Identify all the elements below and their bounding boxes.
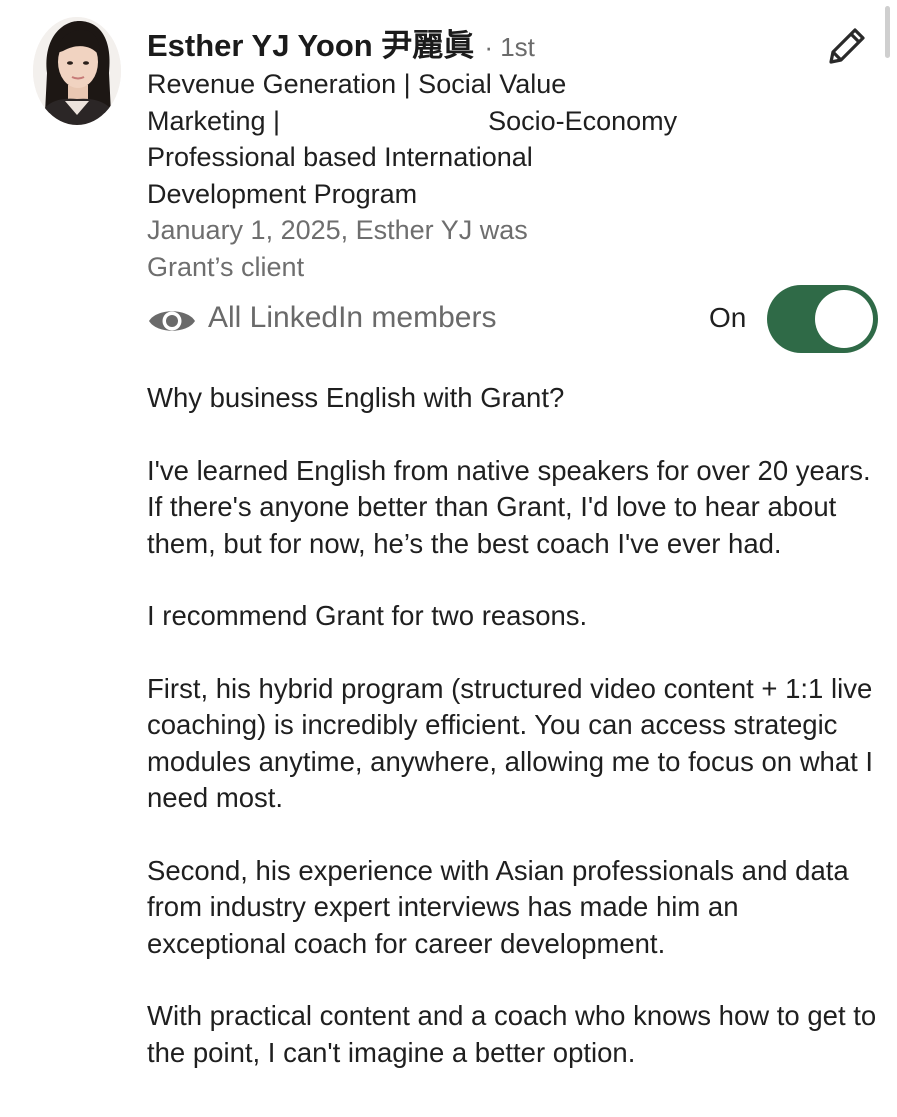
author-headline: Revenue Generation | Social Value Market… <box>147 66 787 212</box>
recommendation-text: Why business English with Grant? I've le… <box>147 380 877 1107</box>
paragraph: Why business English with Grant? <box>147 382 565 413</box>
relationship-meta: January 1, 2025, Esther YJ was Grant’s c… <box>147 212 787 285</box>
paragraph: I recommend Grant for two reasons. <box>147 600 588 631</box>
visibility-row: All LinkedIn members On <box>147 285 878 353</box>
avatar[interactable] <box>33 17 121 125</box>
headline-line: Development Program <box>147 178 418 209</box>
toggle-state-label: On <box>709 302 747 333</box>
meta-line: January 1, 2025, Esther YJ was <box>147 215 528 245</box>
paragraph: With practical content and a coach who k… <box>147 1000 877 1068</box>
connection-degree: · 1st <box>484 32 535 62</box>
author-name[interactable]: Esther YJ Yoon 尹麗眞 <box>147 20 474 65</box>
avatar-photo <box>33 17 121 125</box>
eye-icon <box>149 311 195 331</box>
headline-line: Marketing | Socio-Economy <box>147 105 678 136</box>
meta-line: Grant’s client <box>147 251 305 282</box>
visibility-label: All LinkedIn members <box>208 301 497 334</box>
headline-line: Professional based International <box>147 142 533 172</box>
pencil-icon <box>829 28 865 64</box>
scrollbar[interactable] <box>885 6 890 58</box>
paragraph: Second, his experience with Asian profes… <box>147 854 849 959</box>
paragraph: I've learned English from native speaker… <box>147 454 871 559</box>
name-line: Esther YJ Yoon 尹麗眞 · 1st <box>147 20 787 66</box>
toggle-knob <box>815 290 873 348</box>
visibility-toggle[interactable] <box>767 285 878 353</box>
headline-line: Revenue Generation | Social Value <box>147 69 567 99</box>
recommendation-header: Esther YJ Yoon 尹麗眞 · 1st Revenue Generat… <box>147 20 787 285</box>
edit-button[interactable] <box>823 22 871 70</box>
paragraph: First, his hybrid program (structured vi… <box>147 672 874 814</box>
